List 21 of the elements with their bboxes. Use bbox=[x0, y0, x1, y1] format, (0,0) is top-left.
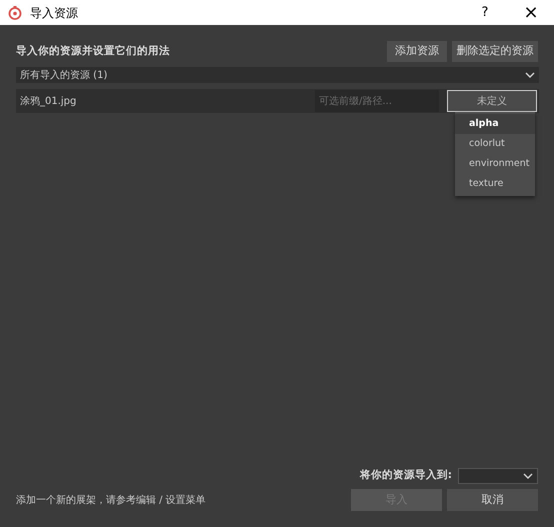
dialog-button[interactable]: 添加资源 bbox=[387, 41, 447, 62]
menu-item[interactable]: alpha bbox=[455, 114, 535, 134]
chevron-down-icon bbox=[523, 473, 533, 479]
menu-item[interactable]: environment bbox=[455, 154, 535, 174]
dialog-button[interactable]: 删除选定的资源 bbox=[452, 41, 538, 62]
asset-name: 涂鸦_01.jpg bbox=[20, 94, 78, 108]
prefix-field[interactable]: 可选前缀/路径... bbox=[315, 90, 439, 112]
menu-item[interactable]: colorlut bbox=[455, 134, 535, 154]
type-dropdown[interactable]: 未定义 bbox=[447, 90, 537, 112]
dialog-button[interactable]: 取消 bbox=[447, 489, 538, 511]
window-title: 导入资源 bbox=[30, 4, 78, 22]
hint-text: 添加一个新的展架，请参考编辑 / 设置菜单 bbox=[16, 494, 207, 508]
target-label: 将你的资源导入到: bbox=[360, 468, 452, 484]
menu-item[interactable]: texture bbox=[455, 174, 535, 194]
filter-dropdown[interactable]: 所有导入的资源 (1) bbox=[16, 67, 539, 83]
help-button[interactable]: ? bbox=[470, 2, 500, 22]
close-button[interactable]: × bbox=[516, 0, 546, 26]
target-dropdown[interactable] bbox=[458, 468, 538, 484]
section-title: 导入你的资源并设置它们的用法 bbox=[16, 44, 171, 59]
chevron-down-icon bbox=[525, 72, 535, 78]
app-logo-icon bbox=[8, 6, 22, 20]
